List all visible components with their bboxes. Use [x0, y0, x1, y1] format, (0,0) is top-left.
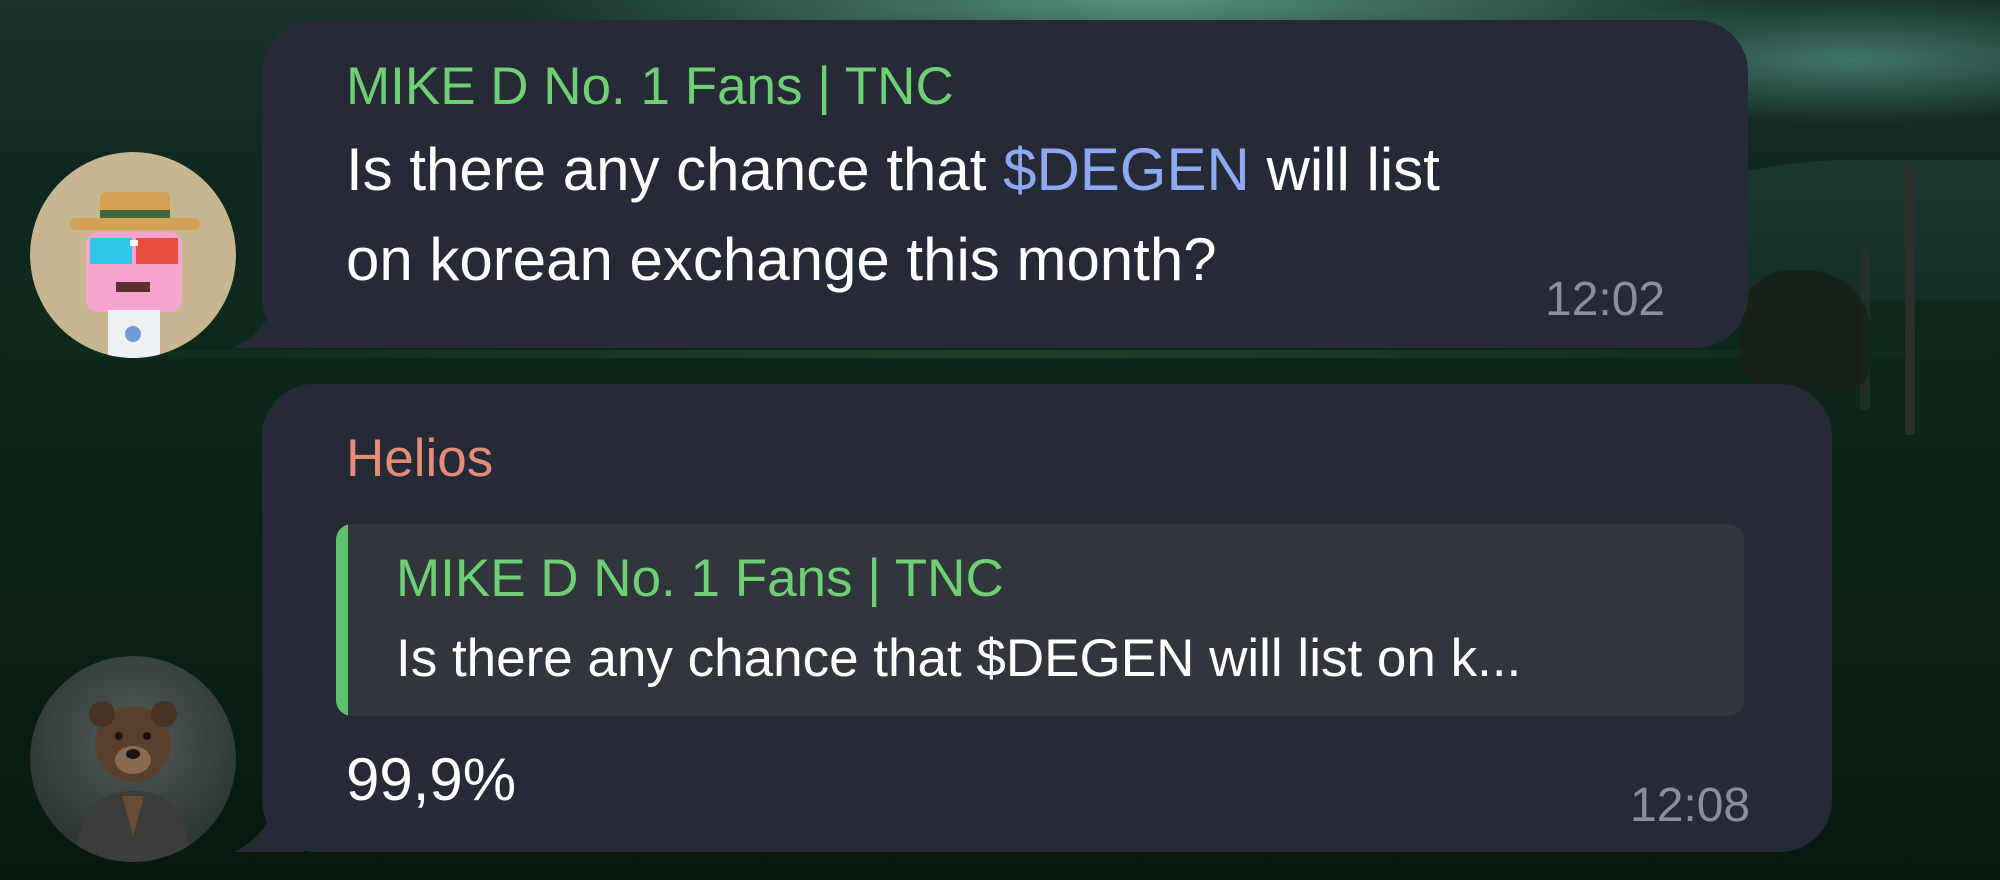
message-text-line2: on korean exchange this month?	[346, 226, 1217, 293]
avatar[interactable]	[30, 656, 236, 862]
reply-sender-name: MIKE D No. 1 Fans | TNC	[396, 549, 1004, 608]
reply-text: Is there any chance that $DEGEN will lis…	[396, 629, 1522, 688]
sender-name[interactable]: Helios	[346, 428, 493, 489]
avatar[interactable]	[30, 152, 236, 358]
bubble-tail	[234, 782, 304, 852]
cashtag-link[interactable]: $DEGEN	[1003, 136, 1250, 203]
bear-avatar-icon	[30, 656, 236, 862]
pixel-character-avatar-icon	[30, 152, 236, 358]
message-time: 12:02	[1545, 273, 1666, 326]
wallpaper-fence-post	[1905, 165, 1915, 435]
message-text-line1: Is there any chance that $DEGEN will lis…	[346, 130, 1440, 210]
message-time: 12:08	[1630, 779, 1751, 832]
wallpaper-horse	[1740, 270, 1870, 390]
reply-accent-bar	[336, 524, 348, 716]
wallpaper-field	[0, 350, 2000, 358]
message-bubble[interactable]: Helios MIKE D No. 1 Fans | TNC Is there …	[234, 384, 1832, 852]
message-text: 99,9%	[346, 746, 517, 813]
sender-name[interactable]: MIKE D No. 1 Fans | TNC	[346, 56, 954, 117]
message-text-end: will list	[1249, 136, 1440, 203]
bubble-tail	[234, 278, 304, 348]
message-bubble[interactable]: MIKE D No. 1 Fans | TNC Is there any cha…	[234, 20, 1748, 348]
message-text-start: Is there any chance that	[346, 136, 1004, 203]
reply-quote[interactable]: MIKE D No. 1 Fans | TNC Is there any cha…	[336, 524, 1744, 716]
